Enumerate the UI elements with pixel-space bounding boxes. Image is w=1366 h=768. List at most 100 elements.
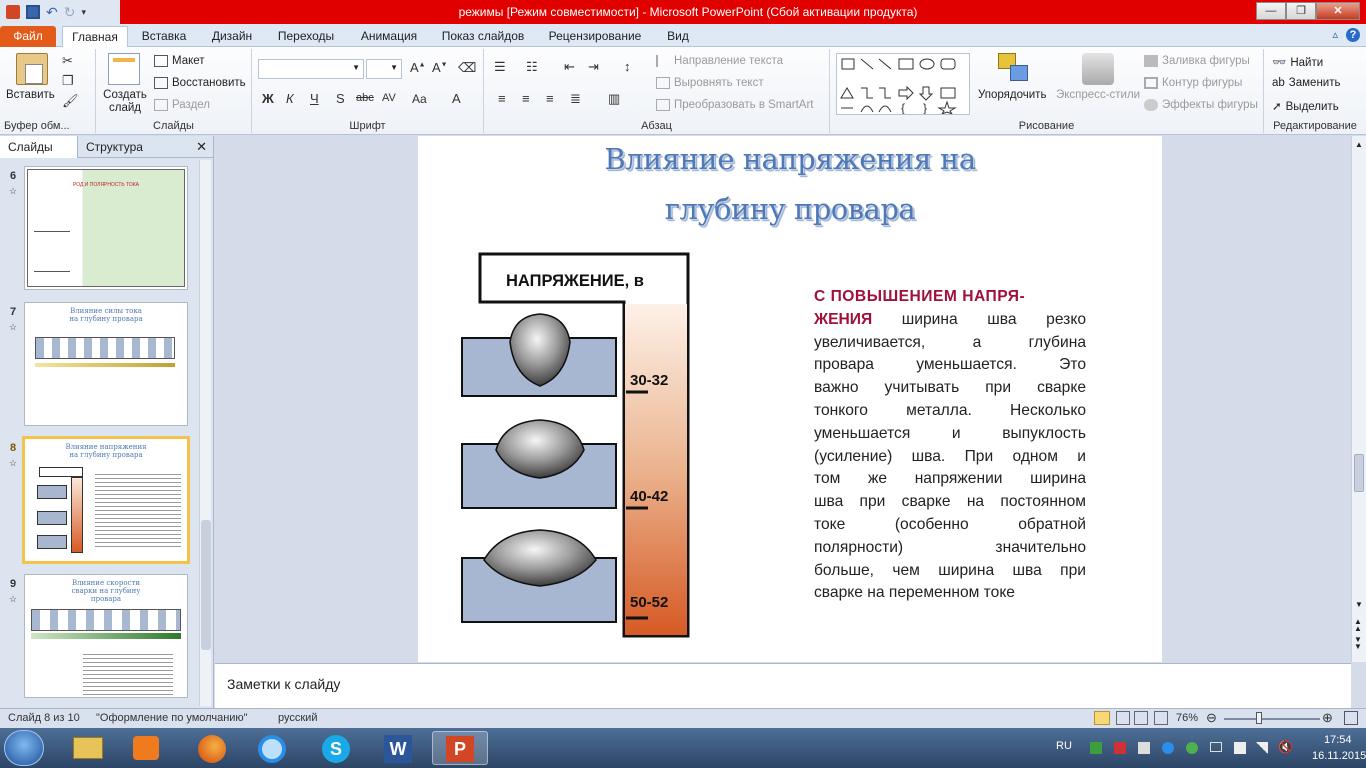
grow-font-icon[interactable]: A▲ [410, 60, 426, 75]
align-text-button[interactable]: Выровнять текст [656, 77, 764, 89]
tab-file[interactable]: Файл [0, 26, 56, 47]
shadow-button[interactable]: S [336, 91, 345, 106]
format-painter-icon[interactable]: 🖌 [62, 93, 79, 109]
convert-smartart-button[interactable]: Преобразовать в SmartArt [656, 99, 814, 111]
line-spacing-icon[interactable]: ↕ [624, 59, 631, 74]
tab-view[interactable]: Вид [658, 26, 698, 47]
shapes-gallery[interactable]: { } [836, 53, 970, 116]
fit-to-window-icon[interactable] [1344, 711, 1358, 725]
tray-icon-1[interactable] [1090, 742, 1102, 754]
tab-transitions[interactable]: Переходы [270, 26, 342, 47]
underline-button[interactable]: Ч [310, 91, 319, 106]
slideshow-view-icon[interactable] [1154, 711, 1168, 725]
network-icon[interactable] [1234, 742, 1246, 754]
bullets-icon[interactable]: ☰ [494, 59, 506, 75]
slides-pane-scrollbar[interactable] [199, 160, 211, 706]
italic-button[interactable]: К [286, 91, 294, 106]
start-button[interactable] [4, 730, 44, 766]
notes-placeholder[interactable]: Заметки к слайду [227, 676, 340, 692]
close-pane-icon[interactable]: ✕ [196, 139, 207, 155]
language-indicator[interactable]: русский [278, 712, 317, 724]
normal-view-icon[interactable] [1094, 711, 1110, 725]
columns-icon[interactable]: ▥ [608, 91, 620, 107]
tray-icon-6[interactable] [1210, 742, 1222, 752]
tray-icon-2[interactable] [1114, 742, 1126, 754]
cut-icon[interactable]: ✂ [62, 53, 73, 69]
theme-name[interactable]: "Оформление по умолчанию" [96, 712, 248, 724]
slide-title-line-1[interactable]: Влияние напряжения на [418, 142, 1162, 176]
slide-sorter-icon[interactable] [1116, 711, 1130, 725]
align-right-icon[interactable]: ≡ [546, 91, 554, 106]
change-case-button[interactable]: Aa [412, 92, 427, 106]
customize-qat-icon[interactable]: ▾ [81, 7, 86, 18]
voltage-figure[interactable] [454, 242, 754, 652]
slide-thumbnail-7[interactable]: Влияние силы тока на глубину провара [24, 302, 188, 426]
bold-button[interactable]: Ж [262, 91, 274, 106]
volume-icon[interactable]: 🔇 [1278, 740, 1293, 754]
tab-outline-pane[interactable]: Структура [78, 136, 151, 158]
slide-thumbnail-9[interactable]: Влияние скорости сварки на глубину прова… [24, 574, 188, 698]
restore-button[interactable]: ❐ [1286, 2, 1316, 20]
taskbar-explorer-icon[interactable] [60, 731, 116, 765]
taskbar-ie-icon[interactable] [244, 731, 300, 765]
character-spacing-button[interactable]: AV [382, 92, 396, 104]
arrange-button[interactable]: Упорядочить [978, 89, 1046, 101]
taskbar-media-player-icon[interactable] [118, 731, 174, 765]
layout-button[interactable]: Макет [154, 55, 205, 67]
signal-icon[interactable] [1256, 742, 1268, 754]
zoom-slider-track[interactable] [1224, 718, 1320, 720]
tab-design[interactable]: Дизайн [202, 26, 262, 47]
tab-slides-pane[interactable]: Слайды [0, 135, 78, 158]
minimize-button[interactable]: — [1256, 2, 1286, 20]
slide-scroll-thumb[interactable] [1354, 454, 1364, 492]
quick-styles-icon[interactable] [1082, 53, 1114, 85]
numbering-icon[interactable]: ☷ [526, 59, 538, 75]
shape-outline-button[interactable]: Контур фигуры [1144, 77, 1242, 89]
slide-thumbnail-6[interactable]: РОД И ПОЛЯРНОСТЬ ТОКА [24, 166, 188, 290]
scroll-up-icon[interactable]: ▲ [1355, 140, 1363, 149]
clock-date[interactable]: 16.11.2015 [1312, 750, 1366, 762]
notes-pane[interactable]: Заметки к слайду [215, 663, 1351, 708]
tray-icon-3[interactable] [1138, 742, 1150, 754]
slide-canvas[interactable]: Влияние напряжения на глубину провара НА… [418, 136, 1162, 662]
tab-review[interactable]: Рецензирование [540, 26, 650, 47]
copy-icon[interactable]: ❐ [62, 73, 74, 89]
paste-icon[interactable] [16, 53, 48, 85]
zoom-slider-handle[interactable] [1256, 712, 1262, 724]
reading-view-icon[interactable] [1134, 711, 1148, 725]
zoom-level[interactable]: 76% [1176, 712, 1198, 724]
decrease-indent-icon[interactable]: ⇤ [564, 59, 575, 75]
shape-effects-button[interactable]: Эффекты фигуры [1144, 99, 1258, 111]
increase-indent-icon[interactable]: ⇥ [588, 59, 599, 75]
font-family-select[interactable]: ▼ [258, 59, 364, 79]
zoom-in-icon[interactable]: ⊕ [1322, 710, 1333, 726]
scroll-down-icon[interactable]: ▼ [1355, 600, 1363, 609]
input-language[interactable]: RU [1056, 740, 1072, 752]
save-icon[interactable] [26, 5, 40, 19]
align-left-icon[interactable]: ≡ [498, 91, 506, 106]
reset-button[interactable]: Восстановить [154, 77, 246, 89]
font-size-select[interactable]: ▼ [366, 59, 402, 79]
close-button[interactable]: ✕ [1316, 2, 1360, 20]
previous-slide-icon[interactable]: ▲ ▲ [1354, 618, 1362, 633]
find-button[interactable]: 👓 Найти [1272, 55, 1323, 69]
clear-formatting-icon[interactable]: ⌫ [458, 60, 476, 76]
tab-insert[interactable]: Вставка [134, 26, 194, 47]
powerpoint-app-icon[interactable] [6, 5, 20, 19]
slide-thumbnail-8[interactable]: Влияние напряжения на глубину провара [22, 436, 190, 564]
zoom-out-icon[interactable]: ⊖ [1206, 710, 1217, 726]
replace-button[interactable]: ab Заменить [1272, 77, 1340, 89]
text-direction-button[interactable]: Направление текста [656, 55, 783, 67]
arrange-icon[interactable] [998, 53, 1030, 85]
section-button[interactable]: Раздел [154, 99, 210, 111]
font-color-button[interactable]: A [452, 91, 461, 106]
shrink-font-icon[interactable]: A▼ [432, 60, 448, 75]
tab-animation[interactable]: Анимация [352, 26, 426, 47]
slide-title-line-2[interactable]: глубину провара [418, 192, 1162, 226]
strikethrough-button[interactable]: abc [356, 92, 374, 104]
next-slide-icon[interactable]: ▼ ▼ [1354, 636, 1362, 651]
undo-icon[interactable]: ↶ [46, 4, 58, 21]
select-button[interactable]: ➚ Выделить [1272, 99, 1339, 113]
clock-time[interactable]: 17:54 [1324, 734, 1352, 746]
tab-slideshow[interactable]: Показ слайдов [436, 26, 530, 47]
